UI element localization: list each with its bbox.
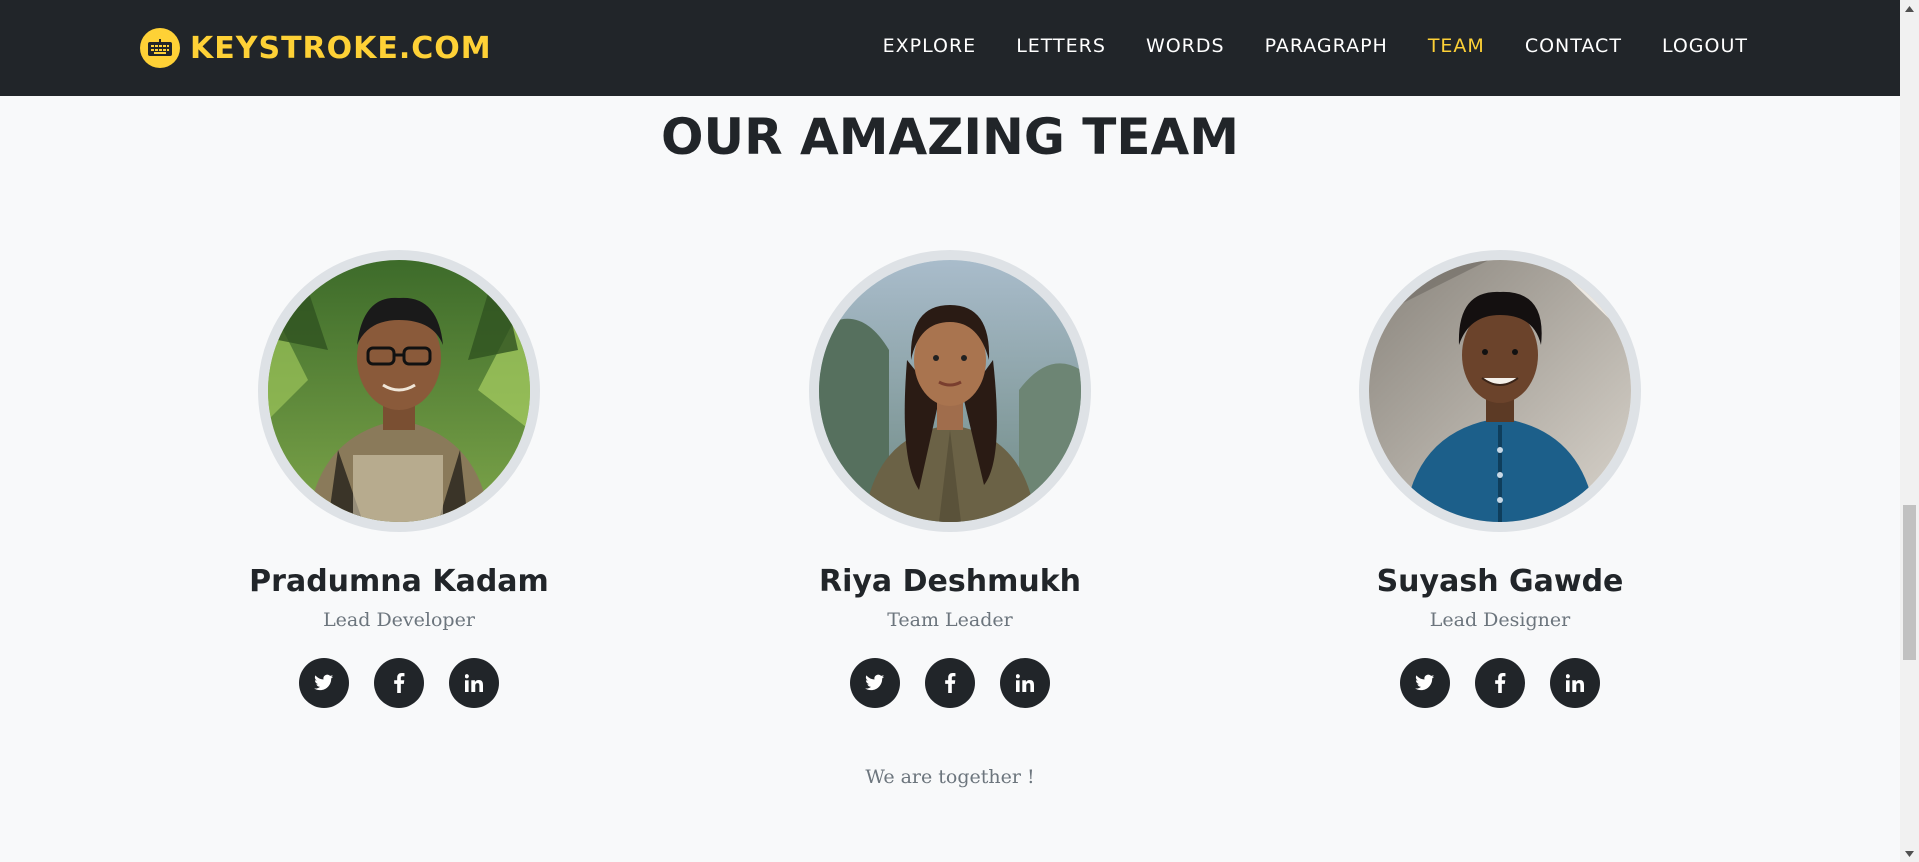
scroll-up-arrow-icon[interactable] [1900, 0, 1919, 17]
nav-link-paragraph[interactable]: PARAGRAPH [1265, 30, 1388, 62]
nav-link-letters[interactable]: LETTERS [1016, 30, 1106, 62]
member-photo [809, 250, 1091, 532]
nav-link-team[interactable]: TEAM [1428, 30, 1485, 62]
nav-link-explore[interactable]: EXPLORE [883, 30, 977, 62]
brand-link[interactable]: KEYSTROKE.COM [140, 28, 492, 68]
twitter-icon[interactable] [850, 658, 900, 708]
member-photo [258, 250, 540, 532]
nav-link-contact[interactable]: CONTACT [1525, 30, 1622, 62]
team-member-card: Riya Deshmukh Team Leader [675, 250, 1225, 708]
social-links [1225, 658, 1775, 708]
team-member-card: Suyash Gawde Lead Designer [1225, 250, 1775, 708]
brand-name: KEYSTROKE.COM [190, 30, 492, 66]
member-name: Pradumna Kadam [249, 564, 549, 599]
nav-link-words[interactable]: WORDS [1146, 30, 1225, 62]
twitter-icon[interactable] [1400, 658, 1450, 708]
member-role: Team Leader [887, 609, 1013, 631]
facebook-icon[interactable] [925, 658, 975, 708]
linkedin-icon[interactable] [1000, 658, 1050, 708]
member-name: Suyash Gawde [1376, 564, 1624, 599]
member-role: Lead Designer [1429, 609, 1571, 631]
member-name: Riya Deshmukh [818, 564, 1082, 599]
nav-link-logout[interactable]: LOGOUT [1662, 30, 1748, 62]
scrollbar-thumb[interactable] [1903, 505, 1916, 660]
facebook-icon[interactable] [1475, 658, 1525, 708]
linkedin-icon[interactable] [1550, 658, 1600, 708]
facebook-icon[interactable] [374, 658, 424, 708]
keyboard-icon [140, 28, 180, 68]
social-links [675, 658, 1225, 708]
twitter-icon[interactable] [299, 658, 349, 708]
page-scrollbar[interactable] [1900, 0, 1919, 862]
section-title: OUR AMAZING TEAM [660, 108, 1240, 166]
top-navbar: KEYSTROKE.COM EXPLORE LETTERS WORDS PARA… [0, 0, 1900, 96]
member-photo [1359, 250, 1641, 532]
member-role: Lead Developer [323, 609, 475, 631]
team-footnote: We are together ! [865, 766, 1035, 788]
nav-menu: EXPLORE LETTERS WORDS PARAGRAPH TEAM CON… [843, 30, 1748, 62]
scroll-down-arrow-icon[interactable] [1900, 845, 1919, 862]
social-links [124, 658, 674, 708]
linkedin-icon[interactable] [449, 658, 499, 708]
team-member-card: Pradumna Kadam Lead Developer [124, 250, 674, 708]
